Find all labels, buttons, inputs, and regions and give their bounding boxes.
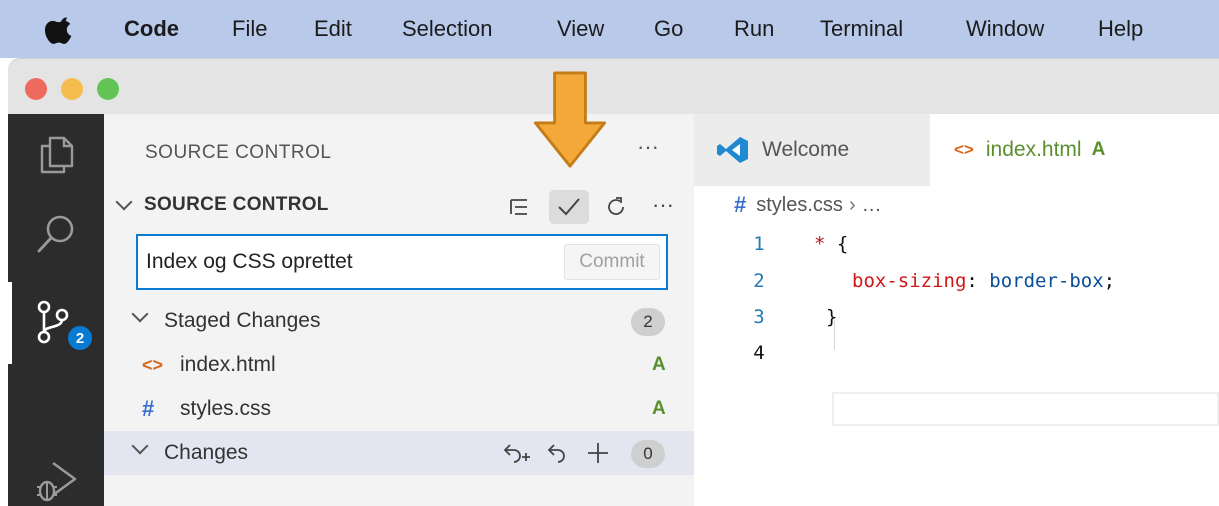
changes-count-badge: 0 xyxy=(631,440,665,468)
search-icon xyxy=(37,215,74,253)
menu-code[interactable]: Code xyxy=(124,16,179,42)
current-line-highlight xyxy=(832,392,1219,426)
file-name: index.html xyxy=(180,353,276,376)
menu-terminal[interactable]: Terminal xyxy=(820,16,903,42)
breadcrumb-file[interactable]: styles.css xyxy=(756,194,843,217)
line-number: 1 xyxy=(753,233,765,255)
zoom-window-button[interactable] xyxy=(97,78,119,100)
sidebar-title: SOURCE CONTROL xyxy=(145,142,332,163)
tab-index-html[interactable]: <> index.html A xyxy=(930,114,1219,186)
menu-window[interactable]: Window xyxy=(966,16,1044,42)
activity-source-control[interactable]: 2 xyxy=(8,282,104,364)
vscode-logo-icon xyxy=(717,137,748,163)
commit-message-box: Commit xyxy=(136,234,668,290)
line-number: 4 xyxy=(753,342,765,364)
menu-file[interactable]: File xyxy=(232,16,267,42)
menu-selection[interactable]: Selection xyxy=(402,16,493,42)
files-icon xyxy=(40,136,74,174)
breadcrumb[interactable]: # styles.css › … xyxy=(734,192,882,218)
changes-label: Changes xyxy=(164,441,249,464)
tab-label: index.html xyxy=(985,138,1082,161)
tab-welcome[interactable]: Welcome xyxy=(694,114,930,186)
view-as-tree-button[interactable] xyxy=(504,192,534,222)
title-bar xyxy=(8,58,1219,114)
menu-go[interactable]: Go xyxy=(654,16,683,42)
screen: Code File Edit Selection View Go Run Ter… xyxy=(0,0,1219,506)
chevron-down-icon xyxy=(115,193,133,211)
chevron-down-icon xyxy=(131,437,149,455)
section-more-actions-button[interactable]: ··· xyxy=(648,190,678,220)
file-status: A xyxy=(652,354,666,375)
check-icon xyxy=(558,198,580,216)
activity-run-debug[interactable] xyxy=(8,444,104,506)
annotation-arrow-icon xyxy=(533,71,607,168)
menu-run[interactable]: Run xyxy=(734,16,774,42)
refresh-icon xyxy=(608,197,624,215)
editor-area: Welcome <> index.html A # styles.css › …… xyxy=(694,114,1219,506)
refresh-button[interactable] xyxy=(600,192,632,222)
scm-changes-badge: 2 xyxy=(66,324,94,352)
commit-check-button[interactable] xyxy=(549,190,589,224)
css-icon: # xyxy=(734,192,747,217)
css-icon: # xyxy=(142,396,155,421)
discard-icon[interactable] xyxy=(546,441,570,467)
editor-tabs: Welcome <> index.html A xyxy=(694,114,1219,186)
sidebar-more-actions-button[interactable]: ··· xyxy=(637,134,659,160)
minimize-window-button[interactable] xyxy=(61,78,83,100)
list-tree-icon xyxy=(510,199,527,215)
list-item[interactable]: # styles.css A xyxy=(104,387,694,431)
code-text: box-sizing: border-box; xyxy=(852,270,1116,292)
commit-message-input[interactable] xyxy=(146,244,546,280)
tab-status: A xyxy=(1091,139,1106,160)
file-status: A xyxy=(652,398,666,419)
stage-all-icon[interactable] xyxy=(586,441,610,465)
breadcrumb-rest[interactable]: … xyxy=(862,194,882,217)
section-header[interactable]: SOURCE CONTROL xyxy=(115,193,329,216)
discard-all-icon[interactable] xyxy=(502,441,532,467)
activity-bar: 2 xyxy=(8,114,104,506)
staged-changes-group[interactable]: Staged Changes 2 xyxy=(104,299,694,343)
tab-label: Welcome xyxy=(762,138,850,161)
list-item[interactable]: <> index.html A xyxy=(104,343,694,387)
file-name: styles.css xyxy=(180,397,272,420)
breadcrumb-separator-icon: › xyxy=(848,193,856,216)
macos-menubar: Code File Edit Selection View Go Run Ter… xyxy=(0,0,1219,58)
staged-changes-label: Staged Changes xyxy=(164,309,321,332)
section-title: SOURCE CONTROL xyxy=(144,194,329,215)
code-text: * { xyxy=(814,233,849,255)
line-number: 2 xyxy=(753,270,765,292)
apple-logo-icon[interactable] xyxy=(44,12,78,46)
html-icon: <> xyxy=(954,140,974,159)
staged-count-badge: 2 xyxy=(631,308,665,336)
changes-group[interactable]: Changes 0 xyxy=(104,431,694,475)
html-icon: <> xyxy=(142,355,164,375)
activity-explorer[interactable] xyxy=(8,114,104,194)
commit-button[interactable]: Commit xyxy=(564,244,660,280)
menu-view[interactable]: View xyxy=(557,16,604,42)
activity-search[interactable] xyxy=(8,194,104,274)
close-window-button[interactable] xyxy=(25,78,47,100)
code-text: } xyxy=(826,306,838,328)
menu-help[interactable]: Help xyxy=(1098,16,1143,42)
line-number: 3 xyxy=(753,306,765,328)
run-debug-icon xyxy=(37,461,77,502)
chevron-down-icon xyxy=(131,305,149,323)
menu-edit[interactable]: Edit xyxy=(314,16,352,42)
